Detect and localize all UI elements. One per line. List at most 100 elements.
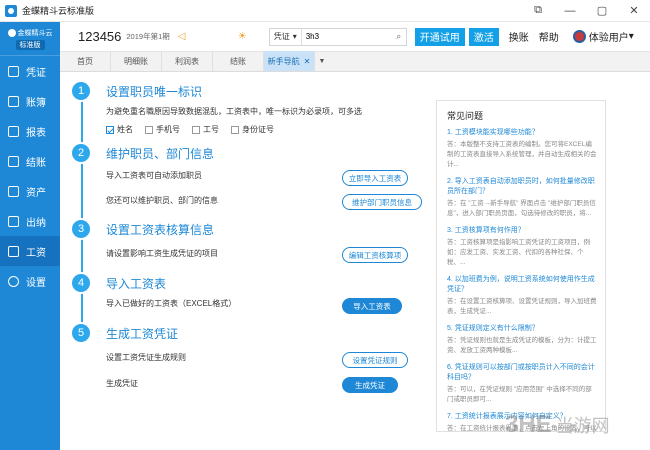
sidebar-item-label: 资产 — [26, 187, 46, 199]
brand-edition: 标准版 — [15, 39, 45, 50]
faq-question[interactable]: 2. 导入工资表自动添加职员时，如何批量修改职员所在部门？ — [437, 177, 605, 197]
speaker-icon[interactable]: ◁ — [178, 31, 188, 42]
edit-payroll-items-button[interactable]: 编辑工资核算项 — [342, 247, 408, 263]
sidebar-item-label: 报表 — [26, 127, 46, 139]
sidebar-item-payroll[interactable]: 工资 — [0, 236, 60, 266]
close-icon[interactable]: ✕ — [618, 0, 650, 22]
watermark: 3HE 当游网 — [505, 405, 645, 445]
search-type-label: 凭证 — [273, 32, 290, 41]
tab-label: 利润表 — [175, 56, 199, 66]
chevron-down-icon: ▾ — [628, 31, 634, 42]
watermark-text: 当游网 — [555, 416, 610, 436]
step-1: 1 设置职员唯一标识 为避免重名職原因导致数据混乱，工资表中，唯一标识为必录项，… — [70, 80, 410, 140]
tab-closing[interactable]: 结账 — [213, 51, 264, 71]
close-icon[interactable]: ✕ — [304, 57, 311, 66]
faq-answer: 答：工资核算项是指影响工资凭证的工资项目，例如：应发工资、实发工资、代扣的各种社… — [447, 239, 590, 266]
ledger-icon — [8, 95, 19, 107]
faq-answer: 答：在 "工资→新手导航" 界面点击 "维护部门职员信息"，进入部门职员页面，勾… — [447, 200, 596, 217]
step-title: 导入工资表 — [106, 277, 167, 291]
user-menu[interactable]: 体验用户 ▾ — [572, 29, 634, 44]
step-3: 3 设置工资表核算信息 请设置影响工资生成凭证的项目 编辑工资核算项 — [70, 218, 410, 263]
sidebar-item-voucher[interactable]: 凭证 — [0, 56, 60, 86]
faq-question[interactable]: 3. 工资核算项有何作用？ — [437, 226, 605, 236]
cashier-icon — [8, 215, 19, 227]
sidebar-item-assets[interactable]: 资产 — [0, 176, 60, 206]
checkbox-icon — [145, 125, 153, 134]
maintain-dept-staff-button[interactable]: 维护部门职员信息 — [342, 194, 422, 210]
minimize-icon[interactable]: — — [554, 0, 586, 22]
accounting-period: 2019年第1期 — [126, 32, 170, 41]
step-description: 设置工资凭证生成规则 — [106, 353, 186, 362]
help-link[interactable]: 帮助 — [539, 29, 559, 44]
watermark-logo: 3HE — [505, 411, 552, 438]
generate-voucher-button[interactable]: 生成凭证 — [342, 377, 398, 393]
step-title: 设置职员唯一标识 — [106, 85, 203, 99]
step-number: 2 — [70, 142, 92, 164]
faq-question[interactable]: 6. 凭证规则可以按部门或按职员计入不同的会计科目吗？ — [437, 363, 605, 383]
report-icon — [8, 125, 19, 137]
sidebar-item-ledger[interactable]: 账簿 — [0, 86, 60, 116]
company-name[interactable]: 123456 — [78, 29, 121, 44]
brand: 金蝶精斗云 标准版 — [0, 22, 60, 56]
step-description: 为避免重名職原因导致数据混乱，工资表中，唯一标识为必录项，可多选 — [106, 107, 362, 116]
sidebar-item-closing[interactable]: 结账 — [0, 146, 60, 176]
checkbox-phone[interactable]: 手机号 — [145, 124, 180, 135]
sidebar-item-label: 工资 — [26, 247, 46, 259]
unique-id-checkboxes: 姓名 手机号 工号 身份证号 — [106, 124, 274, 135]
tab-more-icon[interactable]: ▼ — [315, 51, 329, 71]
lightbulb-icon[interactable]: ☀ — [238, 31, 247, 42]
faq-answer: 答：在设置工资核算项、设置凭证规则，导入加班费表，生成凭证... — [447, 298, 597, 315]
payroll-icon — [8, 245, 19, 257]
sidebar: 金蝶精斗云 标准版 凭证 账簿 报表 结账 资产 出纳 工资 设置 — [0, 22, 60, 450]
tab-label: 结账 — [230, 56, 246, 66]
sidebar-item-cashier[interactable]: 出纳 — [0, 206, 60, 236]
step-4: 4 导入工资表 导入已做好的工资表（EXCEL格式） 导入工资表 — [70, 272, 410, 316]
sidebar-item-label: 出纳 — [26, 217, 46, 229]
step-number: 5 — [70, 322, 92, 344]
tab-label: 首页 — [77, 56, 93, 66]
tab-income-statement[interactable]: 利润表 — [162, 51, 213, 71]
faq-question[interactable]: 5. 凭证规则定义有什么限制？ — [437, 324, 605, 334]
avatar — [572, 30, 586, 43]
restore-icon[interactable]: ⧉ — [522, 0, 554, 22]
activate-button[interactable]: 激活 — [468, 27, 499, 46]
step-5: 5 生成工资凭证 设置工资凭证生成规则 设置凭证规则 生成凭证 生成凭证 — [70, 322, 410, 394]
header: 123456 2019年第1期 ◁ ☀ 凭证 ▾ ⌕ 开通试用 激活 换账 帮助… — [60, 22, 650, 52]
set-voucher-rule-button[interactable]: 设置凭证规则 — [342, 352, 408, 368]
brand-name-text: 金蝶精斗云 — [17, 29, 53, 37]
step-title: 设置工资表核算信息 — [106, 223, 215, 237]
checkbox-id-card[interactable]: 身份证号 — [231, 124, 274, 135]
brand-name: 金蝶精斗云 — [7, 28, 53, 38]
step-description: 导入已做好的工资表（EXCEL格式） — [106, 299, 237, 308]
step-description: 您还可以维护职员、部门的信息 — [106, 196, 218, 205]
app-logo-icon — [5, 4, 17, 17]
step-number: 4 — [70, 272, 92, 294]
search-type-select[interactable]: 凭证 ▾ — [270, 28, 302, 45]
switch-account-link[interactable]: 换账 — [509, 29, 529, 44]
tab-label: 明细账 — [124, 56, 148, 66]
checkbox-employee-id[interactable]: 工号 — [192, 124, 219, 135]
sidebar-item-report[interactable]: 报表 — [0, 116, 60, 146]
trial-button[interactable]: 开通试用 — [414, 27, 465, 46]
user-name: 体验用户 — [588, 33, 629, 44]
tab-home[interactable]: 首页 — [60, 51, 111, 71]
gear-icon — [8, 275, 19, 287]
maximize-icon[interactable]: ▢ — [586, 0, 618, 22]
main-content: 1 设置职员唯一标识 为避免重名職原因导致数据混乱，工资表中，唯一标识为必录项，… — [60, 72, 650, 450]
step-title: 生成工资凭证 — [106, 327, 179, 341]
search-input[interactable] — [301, 32, 392, 41]
step-description: 生成凭证 — [106, 379, 138, 388]
import-payroll-now-button[interactable]: 立即导入工资表 — [342, 170, 408, 186]
tab-detail-ledger[interactable]: 明细账 — [111, 51, 162, 71]
window-controls: ⧉ — ▢ ✕ — [522, 0, 650, 22]
faq-panel: 常见问题 1. 工资模块能实现哪些功能？ 答：本版整不支持工资表的编制。您可将E… — [436, 100, 606, 432]
checkbox-name[interactable]: 姓名 — [106, 124, 133, 135]
faq-answer: 答：本版整不支持工资表的编制。您可将EXCEL编制的工资表直接导入系统管理，并自… — [447, 141, 597, 168]
tab-label: 新手导航 — [267, 56, 300, 66]
faq-question[interactable]: 4. 以加班费为例，说明工资系统如何使用作生成凭证？ — [437, 275, 605, 295]
search-icon[interactable]: ⌕ — [392, 31, 406, 42]
tab-newbie-guide[interactable]: 新手导航 ✕ — [264, 51, 315, 71]
import-payroll-button[interactable]: 导入工资表 — [342, 298, 402, 314]
faq-question[interactable]: 1. 工资模块能实现哪些功能？ — [437, 128, 605, 138]
sidebar-item-settings[interactable]: 设置 — [0, 266, 60, 296]
